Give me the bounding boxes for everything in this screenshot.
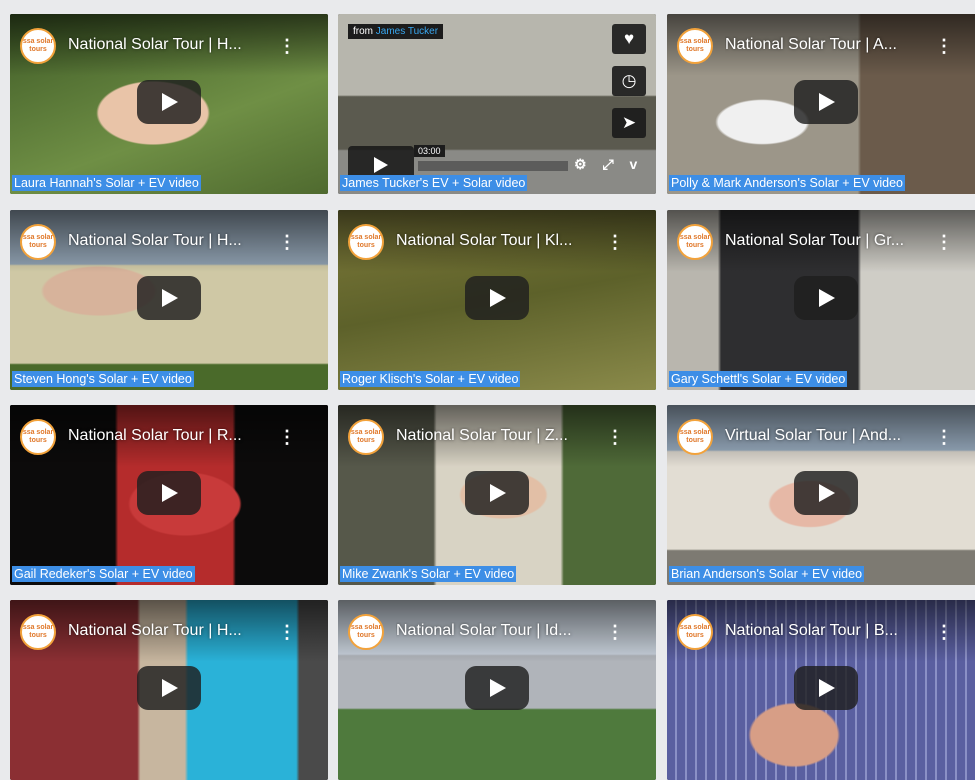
channel-logo[interactable]: ssa solar tours <box>348 224 384 260</box>
video-title[interactable]: National Solar Tour | B... <box>725 622 939 640</box>
play-button[interactable] <box>137 276 201 320</box>
send-icon[interactable]: ➤ <box>612 108 646 138</box>
video-title[interactable]: National Solar Tour | A... <box>725 36 939 54</box>
video-tile[interactable]: ssa solar tours National Solar Tour | H..… <box>10 210 328 390</box>
play-button[interactable] <box>794 80 858 124</box>
channel-logo[interactable]: ssa solar tours <box>20 224 56 260</box>
clock-icon[interactable]: ◷ <box>612 66 646 96</box>
more-options-icon[interactable]: ⋮ <box>278 232 296 253</box>
from-label: from <box>353 26 373 37</box>
heart-icon[interactable]: ♥ <box>612 24 646 54</box>
video-title[interactable]: Virtual Solar Tour | And... <box>725 427 939 445</box>
video-tile[interactable]: ssa solar tours National Solar Tour | Kl.… <box>338 210 656 390</box>
video-caption: Gail Redeker's Solar + EV video <box>12 566 195 582</box>
video-caption: Brian Anderson's Solar + EV video <box>669 566 865 582</box>
video-title[interactable]: National Solar Tour | Gr... <box>725 232 939 250</box>
channel-logo[interactable]: ssa solar tours <box>348 614 384 650</box>
video-tile[interactable]: ssa solar tours National Solar Tour | A..… <box>667 14 975 194</box>
video-caption: Roger Klisch's Solar + EV video <box>340 371 521 387</box>
play-button[interactable] <box>137 471 201 515</box>
video-tile[interactable]: ssa solar tours Virtual Solar Tour | And.… <box>667 405 975 585</box>
more-options-icon[interactable]: ⋮ <box>606 622 624 643</box>
play-button[interactable] <box>137 666 201 710</box>
video-title[interactable]: National Solar Tour | H... <box>68 232 282 250</box>
video-grid: ssa solar tours National Solar Tour | H..… <box>0 0 975 780</box>
more-options-icon[interactable]: ⋮ <box>278 36 296 57</box>
video-tile[interactable]: ssa solar tours National Solar Tour | R..… <box>10 405 328 585</box>
more-options-icon[interactable]: ⋮ <box>935 622 953 643</box>
video-tile[interactable]: ssa solar tours National Solar Tour | Gr.… <box>667 210 975 390</box>
more-options-icon[interactable]: ⋮ <box>935 36 953 57</box>
author-name[interactable]: James Tucker <box>376 26 438 37</box>
video-title[interactable]: National Solar Tour | H... <box>68 36 282 54</box>
video-caption: James Tucker's EV + Solar video <box>340 175 528 191</box>
video-tile[interactable]: ssa solar tours National Solar Tour | H..… <box>10 600 328 780</box>
channel-logo[interactable]: ssa solar tours <box>677 419 713 455</box>
video-tile[interactable]: ssa solar tours National Solar Tour | H..… <box>10 14 328 194</box>
channel-logo[interactable]: ssa solar tours <box>20 28 56 64</box>
channel-logo[interactable]: ssa solar tours <box>20 614 56 650</box>
more-options-icon[interactable]: ⋮ <box>606 232 624 253</box>
video-caption: Polly & Mark Anderson's Solar + EV video <box>669 175 906 191</box>
video-caption: Steven Hong's Solar + EV video <box>12 371 194 387</box>
player-controls[interactable]: ⚙ ⤢ v <box>574 156 643 173</box>
channel-logo[interactable]: ssa solar tours <box>677 28 713 64</box>
progress-bar[interactable] <box>418 161 568 171</box>
play-button[interactable] <box>465 666 529 710</box>
channel-logo[interactable]: ssa solar tours <box>20 419 56 455</box>
video-caption: Mike Zwank's Solar + EV video <box>340 566 517 582</box>
play-button[interactable] <box>794 276 858 320</box>
play-button[interactable] <box>794 666 858 710</box>
more-options-icon[interactable]: ⋮ <box>935 427 953 448</box>
video-duration: 03:00 <box>414 145 445 157</box>
vimeo-from-badge[interactable]: from James Tucker <box>348 24 444 39</box>
more-options-icon[interactable]: ⋮ <box>606 427 624 448</box>
video-tile[interactable]: ssa solar tours National Solar Tour | B..… <box>667 600 975 780</box>
video-tile[interactable]: from James Tucker ♥ ◷ ➤ 03:00 ⚙ ⤢ v James Tuck… <box>338 14 656 194</box>
video-caption: Gary Schettl's Solar + EV video <box>669 371 848 387</box>
channel-logo[interactable]: ssa solar tours <box>677 614 713 650</box>
video-tile[interactable]: ssa solar tours National Solar Tour | Id.… <box>338 600 656 780</box>
channel-logo[interactable]: ssa solar tours <box>348 419 384 455</box>
play-button[interactable] <box>794 471 858 515</box>
video-title[interactable]: National Solar Tour | Id... <box>396 622 610 640</box>
more-options-icon[interactable]: ⋮ <box>278 427 296 448</box>
video-tile[interactable]: ssa solar tours National Solar Tour | Z..… <box>338 405 656 585</box>
video-title[interactable]: National Solar Tour | Z... <box>396 427 610 445</box>
video-caption: Laura Hannah's Solar + EV video <box>12 175 201 191</box>
play-button[interactable] <box>465 276 529 320</box>
more-options-icon[interactable]: ⋮ <box>935 232 953 253</box>
video-title[interactable]: National Solar Tour | H... <box>68 622 282 640</box>
video-title[interactable]: National Solar Tour | R... <box>68 427 282 445</box>
video-title[interactable]: National Solar Tour | Kl... <box>396 232 610 250</box>
more-options-icon[interactable]: ⋮ <box>278 622 296 643</box>
channel-logo[interactable]: ssa solar tours <box>677 224 713 260</box>
play-button[interactable] <box>465 471 529 515</box>
play-button[interactable] <box>137 80 201 124</box>
